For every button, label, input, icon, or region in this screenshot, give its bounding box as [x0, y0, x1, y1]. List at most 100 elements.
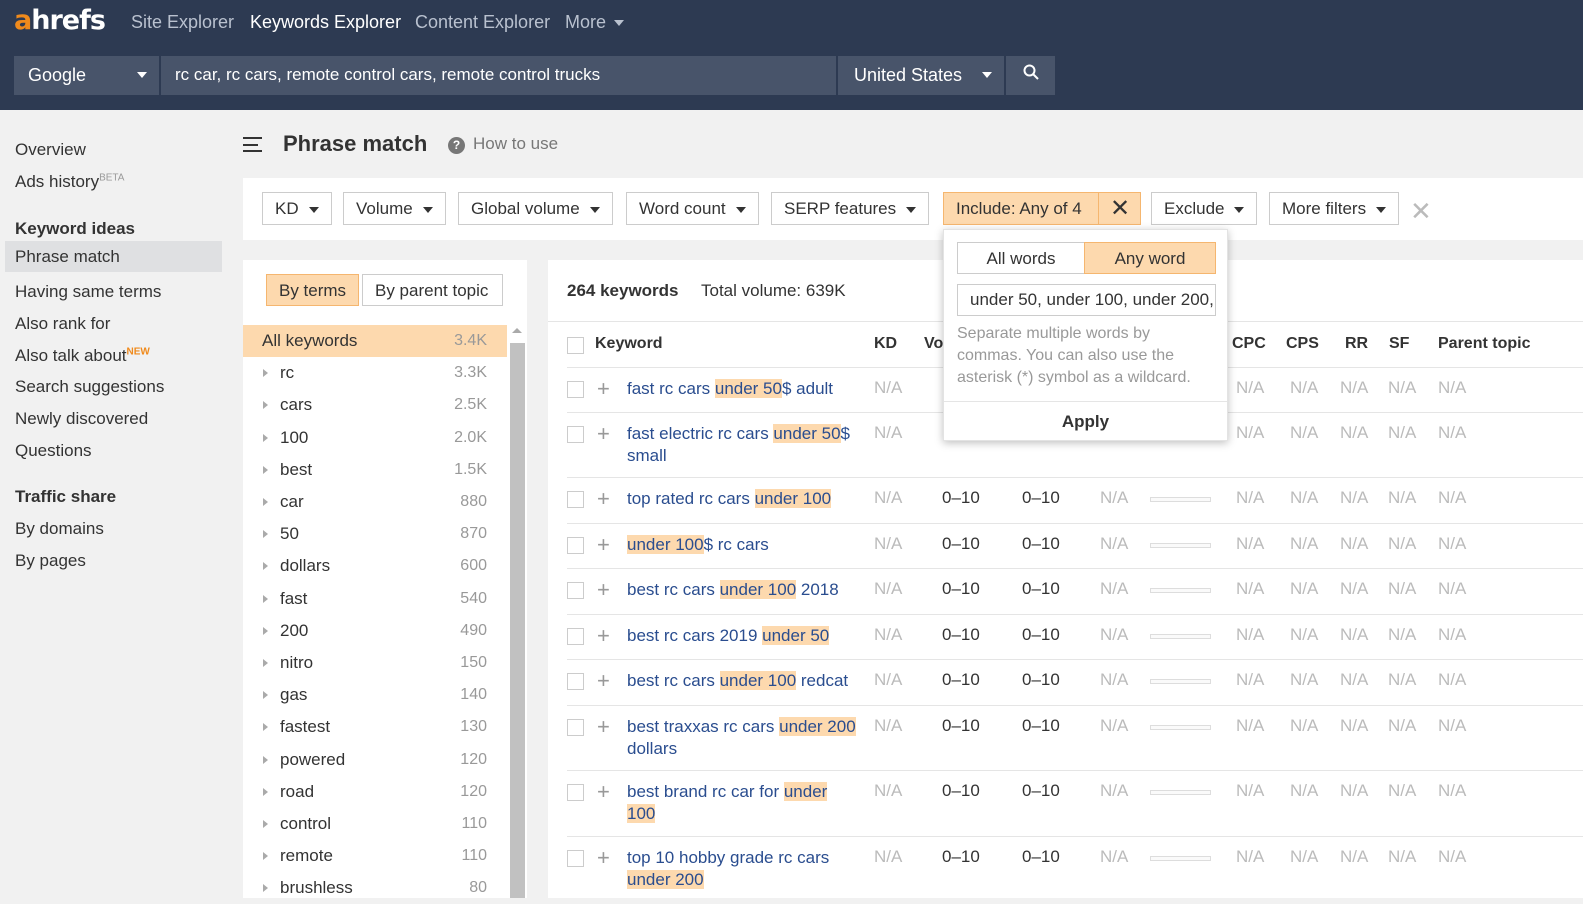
term-item[interactable]: 200 490 [243, 615, 507, 647]
expand-arrow-icon[interactable] [263, 465, 268, 474]
sidebar-item-also-talk[interactable]: Also talk aboutNEW [5, 340, 222, 371]
term-item[interactable]: 100 2.0K [243, 422, 507, 454]
tab-by-parent-topic[interactable]: By parent topic [362, 274, 503, 306]
filter-word-count[interactable]: Word count [626, 192, 759, 225]
filter-include[interactable]: Include: Any of 4 ✕ [943, 192, 1141, 225]
term-item[interactable]: control 110 [243, 808, 507, 840]
filter-global-volume[interactable]: Global volume [458, 192, 613, 225]
row-checkbox[interactable] [567, 537, 584, 554]
expand-arrow-icon[interactable] [263, 401, 268, 410]
close-icon[interactable]: ✕ [1098, 193, 1141, 224]
expand-arrow-icon[interactable] [263, 820, 268, 828]
add-icon[interactable]: + [597, 579, 610, 601]
keyword-link[interactable]: best traxxas rc cars under 200 dollars [627, 716, 857, 760]
keyword-link[interactable]: best brand rc car for under 100 [627, 781, 857, 825]
keywords-input[interactable]: rc car, rc cars, remote control cars, re… [161, 56, 836, 95]
term-item[interactable]: gas 140 [243, 679, 507, 711]
add-icon[interactable]: + [597, 625, 610, 647]
row-checkbox[interactable] [567, 491, 584, 508]
add-icon[interactable]: + [597, 716, 610, 738]
tab-by-terms[interactable]: By terms [266, 274, 360, 306]
header-keyword[interactable]: Keyword [595, 335, 663, 353]
term-item[interactable]: fastest 130 [243, 711, 507, 743]
filter-more[interactable]: More filters [1269, 192, 1400, 225]
term-item[interactable]: best 1.5K [243, 454, 507, 486]
expand-arrow-icon[interactable] [263, 594, 268, 603]
add-icon[interactable]: + [597, 378, 610, 400]
expand-arrow-icon[interactable] [263, 691, 268, 700]
row-checkbox[interactable] [567, 381, 584, 398]
expand-arrow-icon[interactable] [263, 755, 268, 764]
term-item[interactable]: nitro 150 [243, 647, 507, 679]
term-item[interactable]: fast 540 [243, 583, 507, 615]
nav-site-explorer[interactable]: Site Explorer [131, 12, 234, 33]
term-item[interactable]: dollars 600 [243, 550, 507, 582]
nav-more[interactable]: More [565, 12, 625, 33]
keyword-link[interactable]: top rated rc cars under 100 [627, 488, 857, 510]
sidebar-item-by-domains[interactable]: By domains [5, 513, 222, 544]
expand-arrow-icon[interactable] [263, 530, 268, 539]
header-rr[interactable]: RR [1345, 335, 1368, 353]
expand-arrow-icon[interactable] [263, 852, 268, 861]
expand-arrow-icon[interactable] [263, 498, 268, 506]
include-words-input[interactable]: under 50, under 100, under 200, under 30… [957, 284, 1216, 316]
tab-any-word[interactable]: Any word [1084, 242, 1216, 274]
scroll-up-icon[interactable] [512, 328, 522, 333]
keyword-link[interactable]: best rc cars 2019 under 50 [627, 625, 857, 647]
add-icon[interactable]: + [597, 847, 610, 869]
keyword-link[interactable]: under 100$ rc cars [627, 534, 857, 556]
row-checkbox[interactable] [567, 850, 584, 867]
sidebar-item-same-terms[interactable]: Having same terms [5, 276, 222, 307]
term-item[interactable]: remote 110 [243, 840, 507, 872]
terms-scrollbar[interactable] [510, 343, 525, 898]
header-cps[interactable]: CPS [1286, 335, 1319, 353]
expand-arrow-icon[interactable] [263, 884, 268, 893]
sidebar-item-phrase-match[interactable]: Phrase match [5, 241, 222, 272]
ahrefs-logo[interactable]: ahrefs [14, 5, 106, 36]
sidebar-item-by-pages[interactable]: By pages [5, 545, 222, 576]
add-icon[interactable]: + [597, 781, 610, 803]
row-checkbox[interactable] [567, 426, 584, 443]
row-checkbox[interactable] [567, 719, 584, 736]
sidebar-item-overview[interactable]: Overview [5, 134, 222, 165]
apply-button[interactable]: Apply [944, 401, 1227, 441]
header-kd[interactable]: KD [874, 335, 897, 353]
filter-volume[interactable]: Volume [343, 192, 446, 225]
add-icon[interactable]: + [597, 670, 610, 692]
add-icon[interactable]: + [597, 488, 610, 510]
term-item[interactable]: rc 3.3K [243, 357, 507, 389]
sidebar-item-search-suggestions[interactable]: Search suggestions [5, 371, 222, 402]
expand-arrow-icon[interactable] [263, 562, 268, 571]
menu-icon[interactable] [243, 137, 262, 152]
sidebar-item-ads-history[interactable]: Ads historyBETA [5, 166, 222, 197]
country-select[interactable]: United States [838, 56, 1004, 95]
row-checkbox[interactable] [567, 582, 584, 599]
search-engine-select[interactable]: Google [14, 56, 159, 95]
row-checkbox[interactable] [567, 673, 584, 690]
keyword-link[interactable]: best rc cars under 100 2018 [627, 579, 857, 601]
keyword-link[interactable]: top 10 hobby grade rc cars under 200 [627, 847, 857, 891]
expand-arrow-icon[interactable] [263, 626, 268, 635]
expand-arrow-icon[interactable] [263, 723, 268, 732]
sidebar-item-newly-discovered[interactable]: Newly discovered [5, 403, 222, 434]
expand-arrow-icon[interactable] [263, 659, 268, 667]
term-item[interactable]: All keywords 3.4K [243, 325, 507, 357]
search-button[interactable] [1006, 56, 1055, 95]
term-item[interactable]: brushless 80 [243, 872, 507, 904]
expand-arrow-icon[interactable] [263, 787, 268, 796]
term-item[interactable]: 50 870 [243, 518, 507, 550]
select-all-checkbox[interactable] [567, 337, 584, 354]
expand-arrow-icon[interactable] [263, 369, 268, 378]
term-item[interactable]: powered 120 [243, 744, 507, 776]
header-parent-topic[interactable]: Parent topic [1438, 335, 1530, 353]
expand-arrow-icon[interactable] [263, 433, 268, 442]
filter-kd[interactable]: KD [262, 192, 332, 225]
nav-content-explorer[interactable]: Content Explorer [415, 12, 550, 33]
term-item[interactable]: car 880 [243, 486, 507, 518]
nav-keywords-explorer[interactable]: Keywords Explorer [250, 12, 401, 33]
row-checkbox[interactable] [567, 784, 584, 801]
header-sf[interactable]: SF [1389, 335, 1409, 353]
clear-filters-icon[interactable]: ✕ [1410, 196, 1432, 227]
tab-all-words[interactable]: All words [957, 242, 1085, 274]
add-icon[interactable]: + [597, 534, 610, 556]
